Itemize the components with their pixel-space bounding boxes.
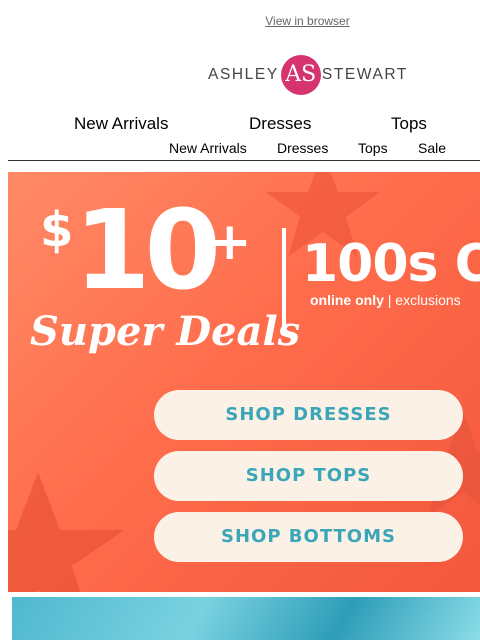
subnav-new-arrivals[interactable]: New Arrivals bbox=[169, 140, 247, 156]
promo-sub-rest: | exclusions bbox=[383, 292, 461, 308]
price-currency: $ bbox=[40, 202, 74, 258]
promo-sub-bold: online only bbox=[310, 292, 384, 308]
subnav-sale[interactable]: Sale bbox=[418, 140, 446, 156]
logo-mark-icon: AS bbox=[280, 55, 321, 95]
promo-divider bbox=[282, 228, 286, 328]
nav-divider bbox=[8, 160, 480, 161]
subnav-tops[interactable]: Tops bbox=[358, 140, 388, 156]
nav-dresses[interactable]: Dresses bbox=[249, 114, 311, 134]
promo-banner[interactable]: $ 10 + Super Deals 100s OF ST online onl… bbox=[8, 172, 480, 592]
shop-dresses-button[interactable]: SHOP DRESSES bbox=[154, 390, 463, 440]
logo-word-left: ASHLEY bbox=[208, 66, 279, 83]
primary-nav: New Arrivals Dresses Tops bbox=[0, 114, 480, 136]
promo-headline: 100s OF ST bbox=[302, 234, 480, 294]
secondary-hero-image[interactable] bbox=[12, 597, 480, 640]
promo-tagline: Super Deals bbox=[30, 308, 301, 355]
shop-tops-button[interactable]: SHOP TOPS bbox=[154, 451, 463, 501]
price-plus: + bbox=[208, 212, 252, 272]
brand-logo[interactable]: ASHLEY AS STEWART bbox=[208, 54, 408, 96]
view-in-browser-link[interactable]: View in browser bbox=[0, 14, 480, 28]
nav-tops[interactable]: Tops bbox=[391, 114, 427, 134]
subnav-dresses[interactable]: Dresses bbox=[277, 140, 328, 156]
nav-new-arrivals[interactable]: New Arrivals bbox=[74, 114, 168, 134]
promo-subline: online only | exclusions bbox=[310, 292, 461, 308]
price-value: 10 bbox=[74, 186, 221, 314]
shop-bottoms-button[interactable]: SHOP BOTTOMS bbox=[154, 512, 463, 562]
secondary-nav: New Arrivals Dresses Tops Sale bbox=[0, 140, 480, 158]
logo-word-right: STEWART bbox=[321, 66, 408, 83]
